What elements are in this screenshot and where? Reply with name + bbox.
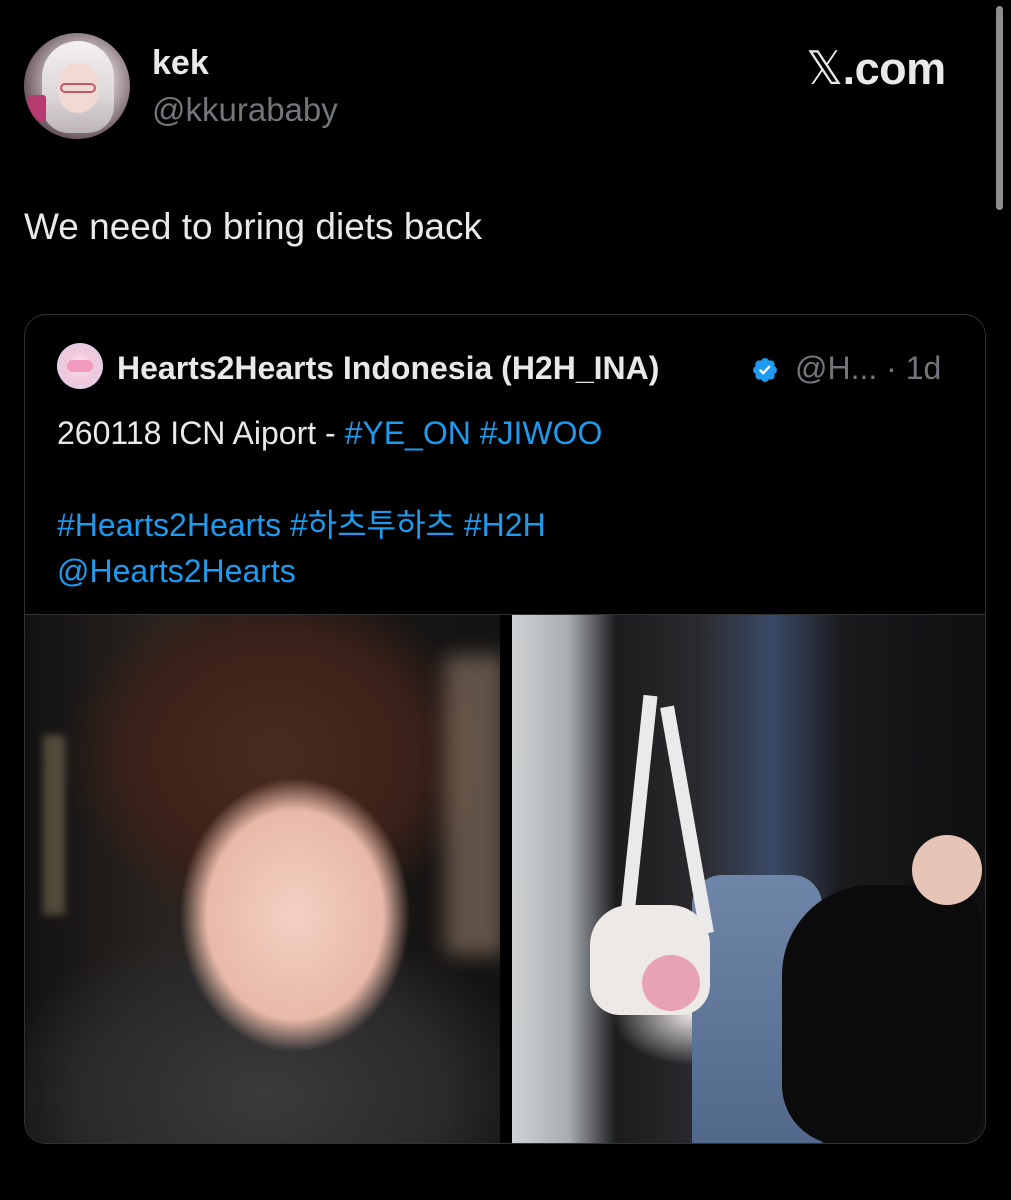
quoted-handle[interactable]: @H... — [795, 350, 877, 386]
hashtag-korean-hearts2hearts[interactable]: #하츠투하츠 — [290, 507, 455, 543]
mention-hearts2hearts[interactable]: @Hearts2Hearts — [57, 553, 296, 589]
quoted-author-avatar[interactable] — [57, 343, 103, 389]
quoted-media-grid — [25, 614, 985, 1143]
scrollbar[interactable] — [996, 6, 1003, 210]
hashtag-jiwoo[interactable]: #JIWOO — [480, 415, 603, 451]
author-display-name[interactable]: kek — [152, 41, 209, 85]
x-com-watermark: 𝕏.com — [806, 42, 946, 95]
author-avatar[interactable] — [24, 33, 130, 139]
hashtag-ye-on[interactable]: #YE_ON — [345, 415, 471, 451]
quoted-text-line-1: 260118 ICN Aiport - #YE_ON #JIWOO — [57, 413, 602, 453]
quoted-tweet-card[interactable]: Hearts2Hearts Indonesia (H2H_INA) @H... … — [24, 314, 986, 1144]
x-logo-icon: 𝕏 — [806, 41, 843, 95]
quoted-text-line-2: #Hearts2Hearts #하츠투하츠 #H2H — [57, 505, 546, 545]
verified-badge-icon — [753, 358, 777, 382]
hashtag-h2h[interactable]: #H2H — [464, 507, 546, 543]
photo-portrait[interactable] — [25, 615, 500, 1143]
author-handle[interactable]: @kkurababy — [152, 88, 338, 132]
hashtag-hearts2hearts[interactable]: #Hearts2Hearts — [57, 507, 281, 543]
brand-domain: .com — [842, 43, 947, 94]
post-screenshot: kek @kkurababy 𝕏.com We need to bring di… — [0, 0, 1011, 1200]
quoted-timestamp[interactable]: · 1d — [886, 350, 941, 386]
quoted-text-line-3: @Hearts2Hearts — [57, 551, 296, 591]
quoted-text-prefix: 260118 ICN Aiport - — [57, 415, 345, 451]
quoted-author-name[interactable]: Hearts2Hearts Indonesia (H2H_INA) — [117, 348, 659, 388]
photo-outfit-bag[interactable] — [512, 615, 985, 1143]
quoted-author-handle-and-time[interactable]: @H... · 1d — [795, 348, 941, 388]
tweet-text: We need to bring diets back — [24, 206, 482, 247]
